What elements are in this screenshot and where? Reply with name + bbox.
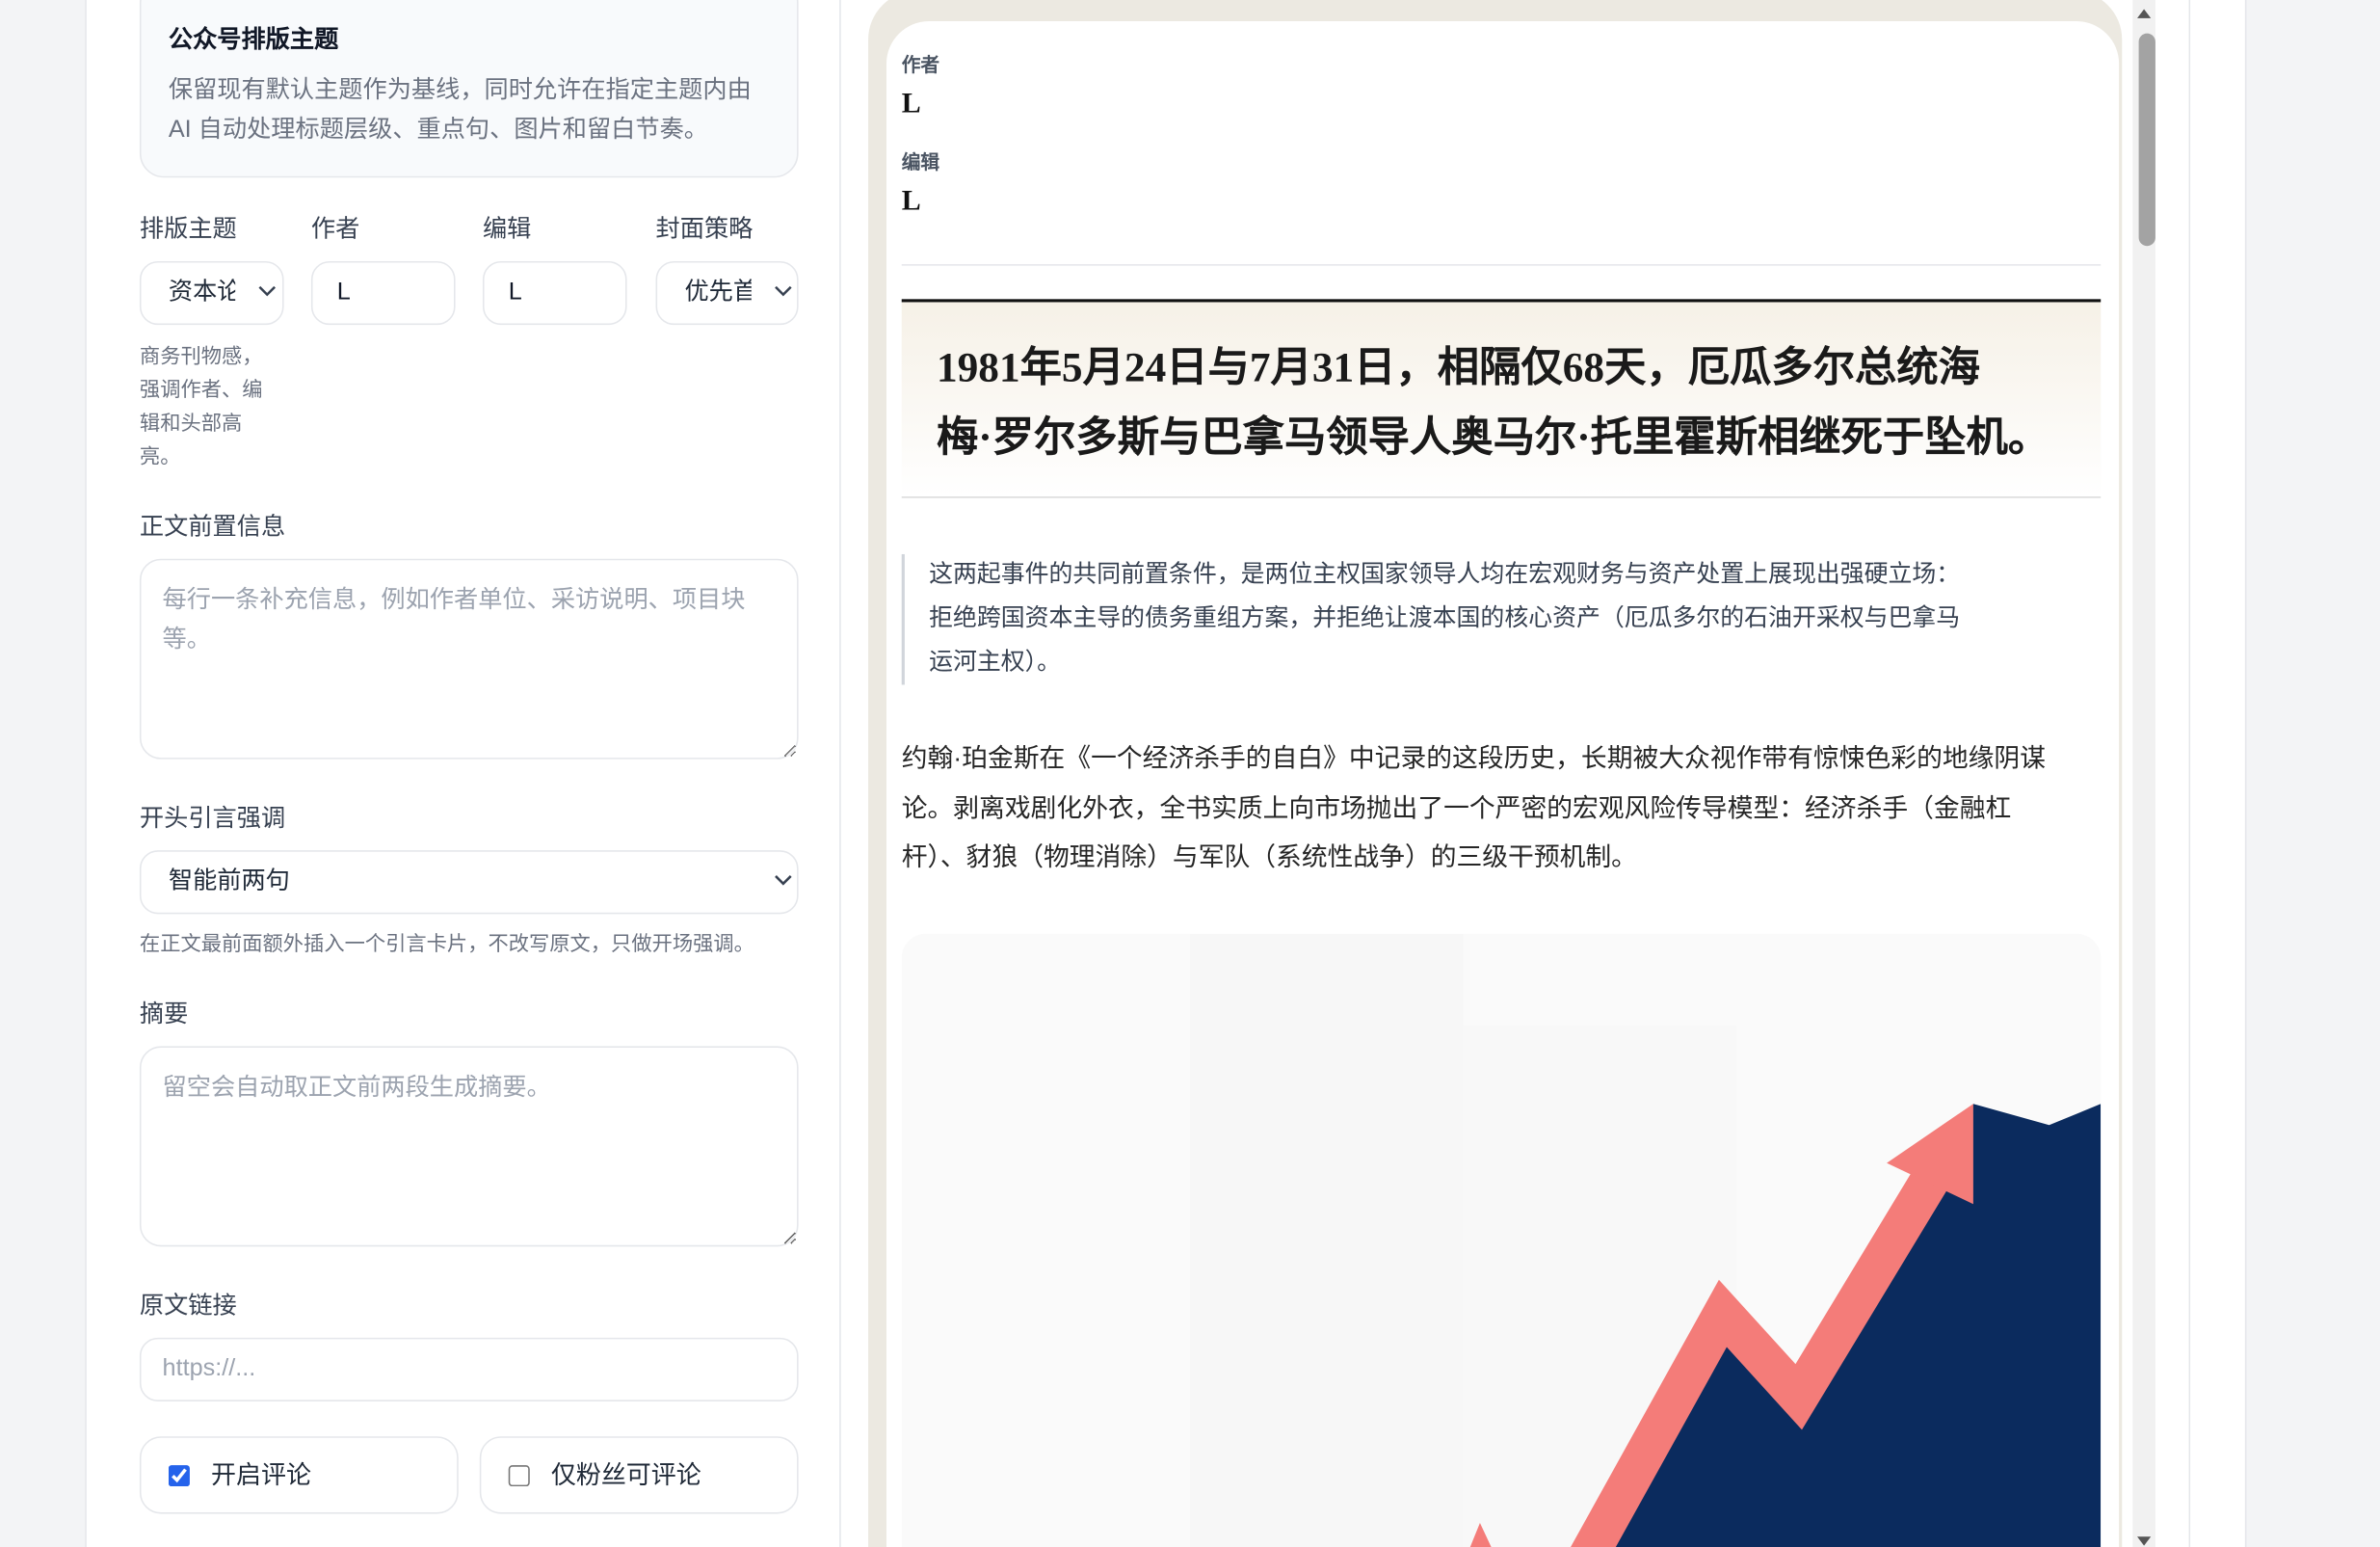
editor-field-label: 编辑 — [482, 217, 532, 244]
front-matter-label: 正文前置信息 — [139, 515, 286, 541]
theme-select-value: 资本论 — [168, 279, 236, 306]
headline-line: 梅·罗尔多斯与巴拿马领导人奥马尔·托里霍斯相继死于坠机。 — [936, 413, 2050, 461]
scroll-up-arrow-icon[interactable] — [2135, 8, 2152, 20]
cover-strategy-select[interactable]: 优先首 — [655, 260, 799, 326]
fans-only-comments-checkbox[interactable] — [508, 1465, 530, 1487]
byline-divider — [901, 264, 2102, 266]
lead-quote-headline: 1981年5月24日与7月31日，相隔仅68天，厄瓜多尔总统海 梅·罗尔多斯与巴… — [937, 333, 2049, 472]
theme-info-description: 保留现有默认主题作为基线，同时允许在指定主题内由 AI 自动处理标题层级、重点句… — [169, 71, 752, 150]
panel-divider — [839, 0, 841, 1547]
author-field-label: 作者 — [310, 217, 360, 244]
theme-hint-line: 亮。 — [139, 444, 181, 468]
lead-quote-card: 1981年5月24日与7月31日，相隔仅68天，厄瓜多尔总统海 梅·罗尔多斯与巴… — [901, 302, 2102, 498]
theme-hint: 商务刊物感， 强调作者、编 辑和头部高 亮。 — [140, 340, 263, 474]
blockquote-line: 这两起事件的共同前置条件，是两位主权国家领导人均在宏观财务与资产处置上展现出强硬… — [929, 561, 1961, 588]
hero-image — [901, 933, 2102, 1547]
cover-strategy-value: 优先首 — [684, 279, 752, 306]
theme-select-label: 排版主题 — [139, 217, 237, 244]
source-link-label: 原文链接 — [139, 1294, 237, 1320]
theme-hint-line: 商务刊物感， — [139, 344, 263, 368]
lead-quote-hint: 在正文最前面额外插入一个引言卡片，不改写原文，只做开场强调。 — [139, 932, 754, 955]
scrollbar-thumb[interactable] — [2138, 33, 2155, 247]
byline-author-label: 作者 — [901, 54, 940, 76]
byline-author-name: L — [901, 88, 921, 120]
byline-editor-name: L — [901, 185, 921, 218]
theme-info-title: 公众号排版主题 — [168, 27, 339, 54]
editor-input[interactable] — [482, 260, 627, 326]
theme-info-description-line: 保留现有默认主题作为基线，同时允许在指定主题内由 — [168, 77, 752, 104]
app-screen: 公众号排版主题 保留现有默认主题作为基线，同时允许在指定主题内由 AI 自动处理… — [0, 0, 2380, 1547]
front-matter-textarea[interactable] — [139, 558, 799, 760]
enable-comments-label: 开启评论 — [210, 1462, 311, 1490]
paragraph-line: 论。剥离戏剧化外衣，全书实质上向市场抛出了一个严密的宏观风险传导模型：经济杀手（… — [901, 793, 2012, 823]
theme-info-card: 公众号排版主题 保留现有默认主题作为基线，同时允许在指定主题内由 AI 自动处理… — [139, 0, 799, 178]
chevron-down-icon — [775, 875, 792, 886]
lead-quote-label: 开头引言强调 — [139, 806, 286, 833]
hero-image-graphic — [901, 933, 2102, 1547]
hero-background-panel — [1190, 933, 1464, 1547]
author-input[interactable] — [310, 260, 456, 326]
lead-quote-select[interactable]: 智能前两句 — [139, 850, 799, 915]
summary-textarea[interactable] — [139, 1046, 799, 1247]
fans-only-comments-label: 仅粉丝可评论 — [550, 1462, 701, 1490]
chevron-down-icon — [258, 285, 277, 297]
theme-hint-line: 强调作者、编 — [139, 378, 263, 401]
enable-comments-checkbox[interactable] — [168, 1465, 190, 1487]
enable-comments-option[interactable]: 开启评论 — [139, 1436, 459, 1514]
cover-strategy-label: 封面策略 — [655, 217, 754, 244]
blockquote-line: 拒绝跨国资本主导的债务重组方案，并拒绝让渡本国的核心资产（厄瓜多尔的石油开采权与… — [929, 605, 1961, 632]
theme-hint-line: 辑和头部高 — [139, 411, 243, 435]
chevron-down-icon — [775, 285, 792, 297]
blockquote: 这两起事件的共同前置条件，是两位主权国家领导人均在宏观财务与资产处置上展现出强硬… — [929, 552, 1960, 684]
blockquote-line: 运河主权）。 — [929, 650, 1061, 677]
scroll-down-arrow-icon[interactable] — [2135, 1535, 2152, 1547]
paragraph-line: 约翰·珀金斯在《一个经济杀手的自白》中记录的这段历史，长期被大众视作带有惊悚色彩… — [901, 743, 2046, 773]
body-paragraph: 约翰·珀金斯在《一个经济杀手的自白》中记录的这段历史，长期被大众视作带有惊悚色彩… — [902, 734, 2046, 883]
fans-only-comments-option[interactable]: 仅粉丝可评论 — [479, 1436, 799, 1514]
headline-line: 1981年5月24日与7月31日，相隔仅68天，厄瓜多尔总统海 — [936, 343, 1980, 390]
theme-info-description-line: AI 自动处理标题层级、重点句、图片和留白节奏。 — [168, 117, 709, 144]
right-gutter-panel — [2190, 0, 2247, 1547]
paragraph-line: 杆）、豺狼（物理消除）与军队（系统性战争）的三级干预机制。 — [901, 842, 1637, 872]
theme-select[interactable]: 资本论 — [139, 260, 284, 326]
byline-editor-label: 编辑 — [901, 151, 940, 173]
lead-quote-value: 智能前两句 — [168, 868, 290, 894]
blockquote-bar — [901, 553, 905, 685]
source-link-input[interactable] — [139, 1337, 799, 1402]
summary-label: 摘要 — [139, 1001, 189, 1028]
